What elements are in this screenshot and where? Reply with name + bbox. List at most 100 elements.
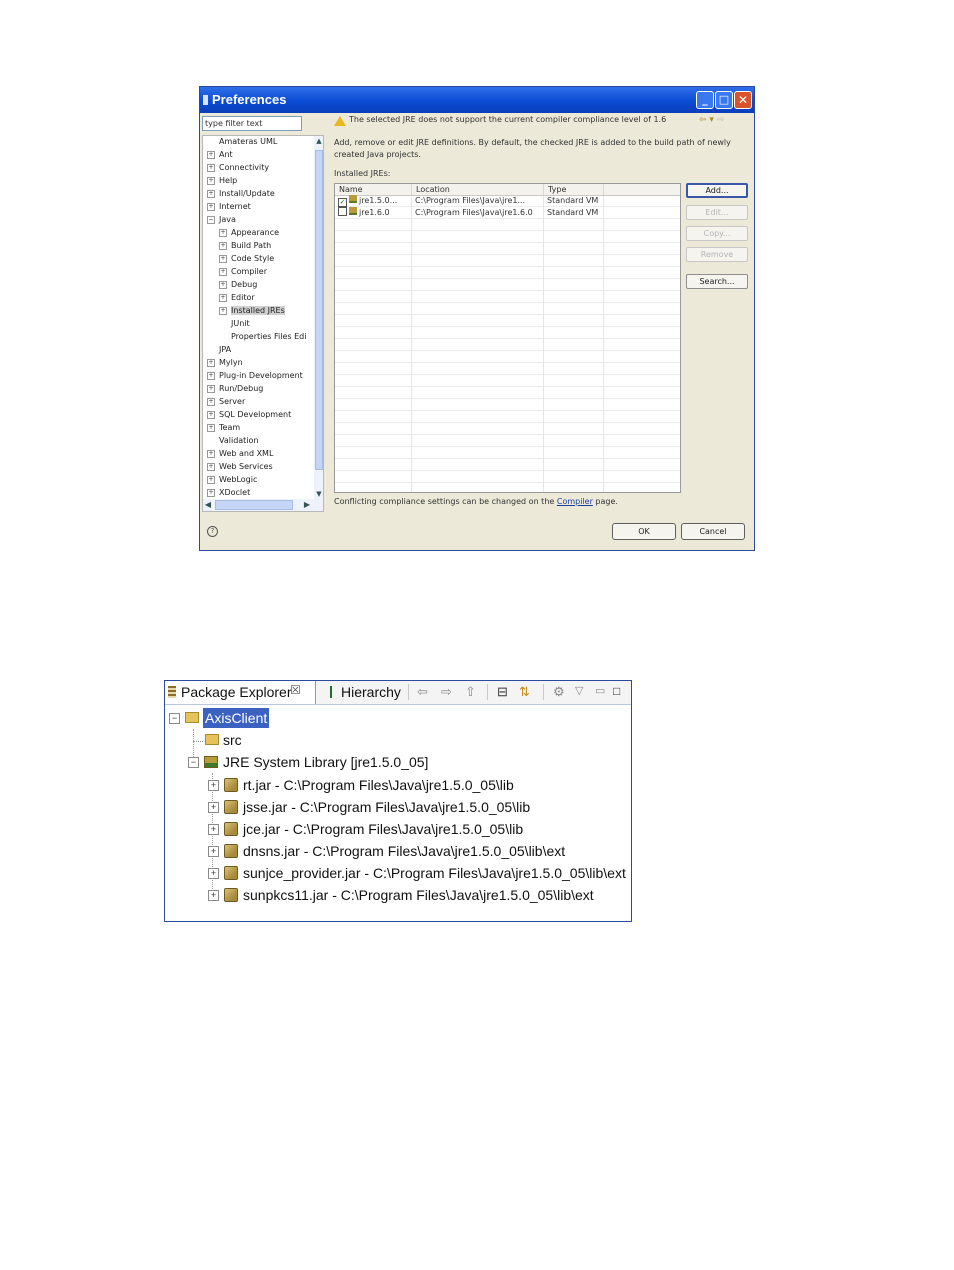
tree-item[interactable]: + Appearance <box>219 226 279 239</box>
expand-icon[interactable]: + <box>219 242 227 250</box>
expand-icon[interactable]: + <box>207 411 215 419</box>
forward-icon[interactable]: ⇨ <box>441 684 452 700</box>
tree-item[interactable]: + WebLogic <box>207 473 257 486</box>
table-row[interactable]: jre1.6.0 C:\Program Files\Java\jre1.6.0 St… <box>335 207 680 219</box>
expand-icon[interactable]: + <box>207 424 215 432</box>
tree-item[interactable]: + Connectivity <box>207 161 269 174</box>
tree-item[interactable]: JUnit <box>219 317 250 330</box>
expand-icon[interactable]: + <box>207 203 215 211</box>
copy-button[interactable]: Copy... <box>686 226 748 241</box>
search-button[interactable]: Search... <box>686 274 748 289</box>
tree-item[interactable]: + Help <box>207 174 237 187</box>
expand-icon[interactable]: + <box>207 476 215 484</box>
close-icon[interactable]: ✕ <box>734 91 752 109</box>
tree-item[interactable]: + Internet <box>207 200 251 213</box>
close-tab-icon[interactable]: ☒ <box>290 683 301 697</box>
vertical-scrollbar[interactable]: ▲ ▼ <box>314 136 323 499</box>
maximize-view-icon[interactable]: □ <box>613 684 620 698</box>
column-header-type[interactable]: Type <box>544 184 604 195</box>
tab-package-explorer[interactable]: Package Explorer ☒ <box>165 681 316 704</box>
jre-checkbox[interactable]: ✓ <box>338 198 347 207</box>
tree-item[interactable]: + Install/Update <box>207 187 275 200</box>
expand-icon[interactable]: + <box>208 824 219 835</box>
forward-arrow-icon[interactable]: ⇨ <box>717 115 725 125</box>
tree-item[interactable]: + Server <box>207 395 245 408</box>
tab-hierarchy[interactable]: Hierarchy <box>323 681 405 704</box>
link-with-editor-icon[interactable]: ⇅ <box>519 684 530 700</box>
expand-icon[interactable]: + <box>219 294 227 302</box>
expand-icon[interactable]: + <box>207 164 215 172</box>
tree-item[interactable]: + XDoclet <box>207 486 250 499</box>
scroll-left-icon[interactable]: ◀ <box>203 499 213 511</box>
expand-icon[interactable]: + <box>207 190 215 198</box>
expand-icon[interactable]: + <box>207 177 215 185</box>
tree-item[interactable]: + Ant <box>207 148 233 161</box>
nav-arrows[interactable]: ⇦ ▾ ⇨ <box>699 115 724 125</box>
column-header-location[interactable]: Location <box>412 184 544 195</box>
tree-item[interactable]: JPA <box>207 343 231 356</box>
expand-icon[interactable]: + <box>219 229 227 237</box>
add-button[interactable]: Add... <box>686 183 748 198</box>
title-bar[interactable]: Preferences _ □ ✕ <box>200 87 754 113</box>
expand-icon[interactable]: + <box>208 890 219 901</box>
tree-item[interactable]: Properties Files Edi <box>219 330 306 343</box>
collapse-all-icon[interactable]: ⊟ <box>497 684 508 700</box>
expand-icon[interactable]: + <box>207 463 215 471</box>
scroll-right-icon[interactable]: ▶ <box>302 499 312 511</box>
back-icon[interactable]: ⇦ <box>417 684 428 700</box>
tree-item[interactable]: Validation <box>207 434 259 447</box>
compiler-link[interactable]: Compiler <box>557 497 593 506</box>
remove-button[interactable]: Remove <box>686 247 748 262</box>
scroll-down-icon[interactable]: ▼ <box>314 489 323 499</box>
expand-icon[interactable]: + <box>207 385 215 393</box>
back-arrow-icon[interactable]: ⇦ <box>699 115 707 125</box>
expand-icon[interactable]: + <box>208 802 219 813</box>
tree-item[interactable]: + Debug <box>219 278 257 291</box>
expand-icon[interactable]: + <box>207 398 215 406</box>
tree-item[interactable]: − Java <box>207 213 236 226</box>
dropdown-icon[interactable]: ▾ <box>709 115 714 125</box>
jre-checkbox[interactable] <box>338 207 347 216</box>
view-menu-icon[interactable]: ⚙ <box>553 684 565 700</box>
up-icon[interactable]: ⇧ <box>465 684 476 700</box>
hscroll-thumb[interactable] <box>215 500 293 510</box>
expand-icon[interactable]: + <box>208 868 219 879</box>
table-row[interactable]: ✓ jre1.5.0... C:\Program Files\Java\jre1..… <box>335 195 680 207</box>
tree-item[interactable]: + Run/Debug <box>207 382 263 395</box>
tree-item[interactable]: + Code Style <box>219 252 274 265</box>
maximize-icon[interactable]: □ <box>715 91 733 109</box>
tree-item[interactable]: + Team <box>207 421 240 434</box>
expand-icon[interactable]: + <box>208 780 219 791</box>
tree-item[interactable]: + Mylyn <box>207 356 243 369</box>
tree-item[interactable]: + Web and XML <box>207 447 273 460</box>
collapse-icon[interactable]: − <box>188 757 199 768</box>
tree-item[interactable]: Amateras UML <box>207 136 277 148</box>
scroll-up-icon[interactable]: ▲ <box>314 136 323 146</box>
expand-icon[interactable]: + <box>208 846 219 857</box>
edit-button[interactable]: Edit... <box>686 205 748 220</box>
expand-icon[interactable]: + <box>219 255 227 263</box>
collapse-icon[interactable]: − <box>207 216 215 224</box>
expand-icon[interactable]: + <box>219 268 227 276</box>
expand-icon[interactable]: + <box>219 307 227 315</box>
tree-item[interactable]: + Plug-in Development <box>207 369 303 382</box>
tree-item[interactable]: + Installed JREs <box>219 304 285 317</box>
minimize-view-icon[interactable]: ▭ <box>595 684 605 697</box>
expand-icon[interactable]: + <box>207 372 215 380</box>
expand-icon[interactable]: + <box>207 359 215 367</box>
expand-icon[interactable]: + <box>207 489 215 497</box>
filter-input[interactable]: type filter text <box>202 116 302 131</box>
collapse-icon[interactable]: − <box>169 713 180 724</box>
tree-item[interactable]: + Editor <box>219 291 255 304</box>
horizontal-scrollbar[interactable]: ◀ ▶ <box>203 499 323 511</box>
tree-item[interactable]: + Build Path <box>219 239 271 252</box>
ok-button[interactable]: OK <box>612 523 676 540</box>
help-icon[interactable]: ? <box>207 526 218 537</box>
expand-icon[interactable]: + <box>219 281 227 289</box>
expand-icon[interactable]: + <box>207 151 215 159</box>
column-header-name[interactable]: Name <box>335 184 412 195</box>
scroll-thumb[interactable] <box>315 150 323 470</box>
tree-item[interactable]: + SQL Development <box>207 408 291 421</box>
minimize-icon[interactable]: _ <box>696 91 714 109</box>
tree-item[interactable]: + Compiler <box>219 265 267 278</box>
